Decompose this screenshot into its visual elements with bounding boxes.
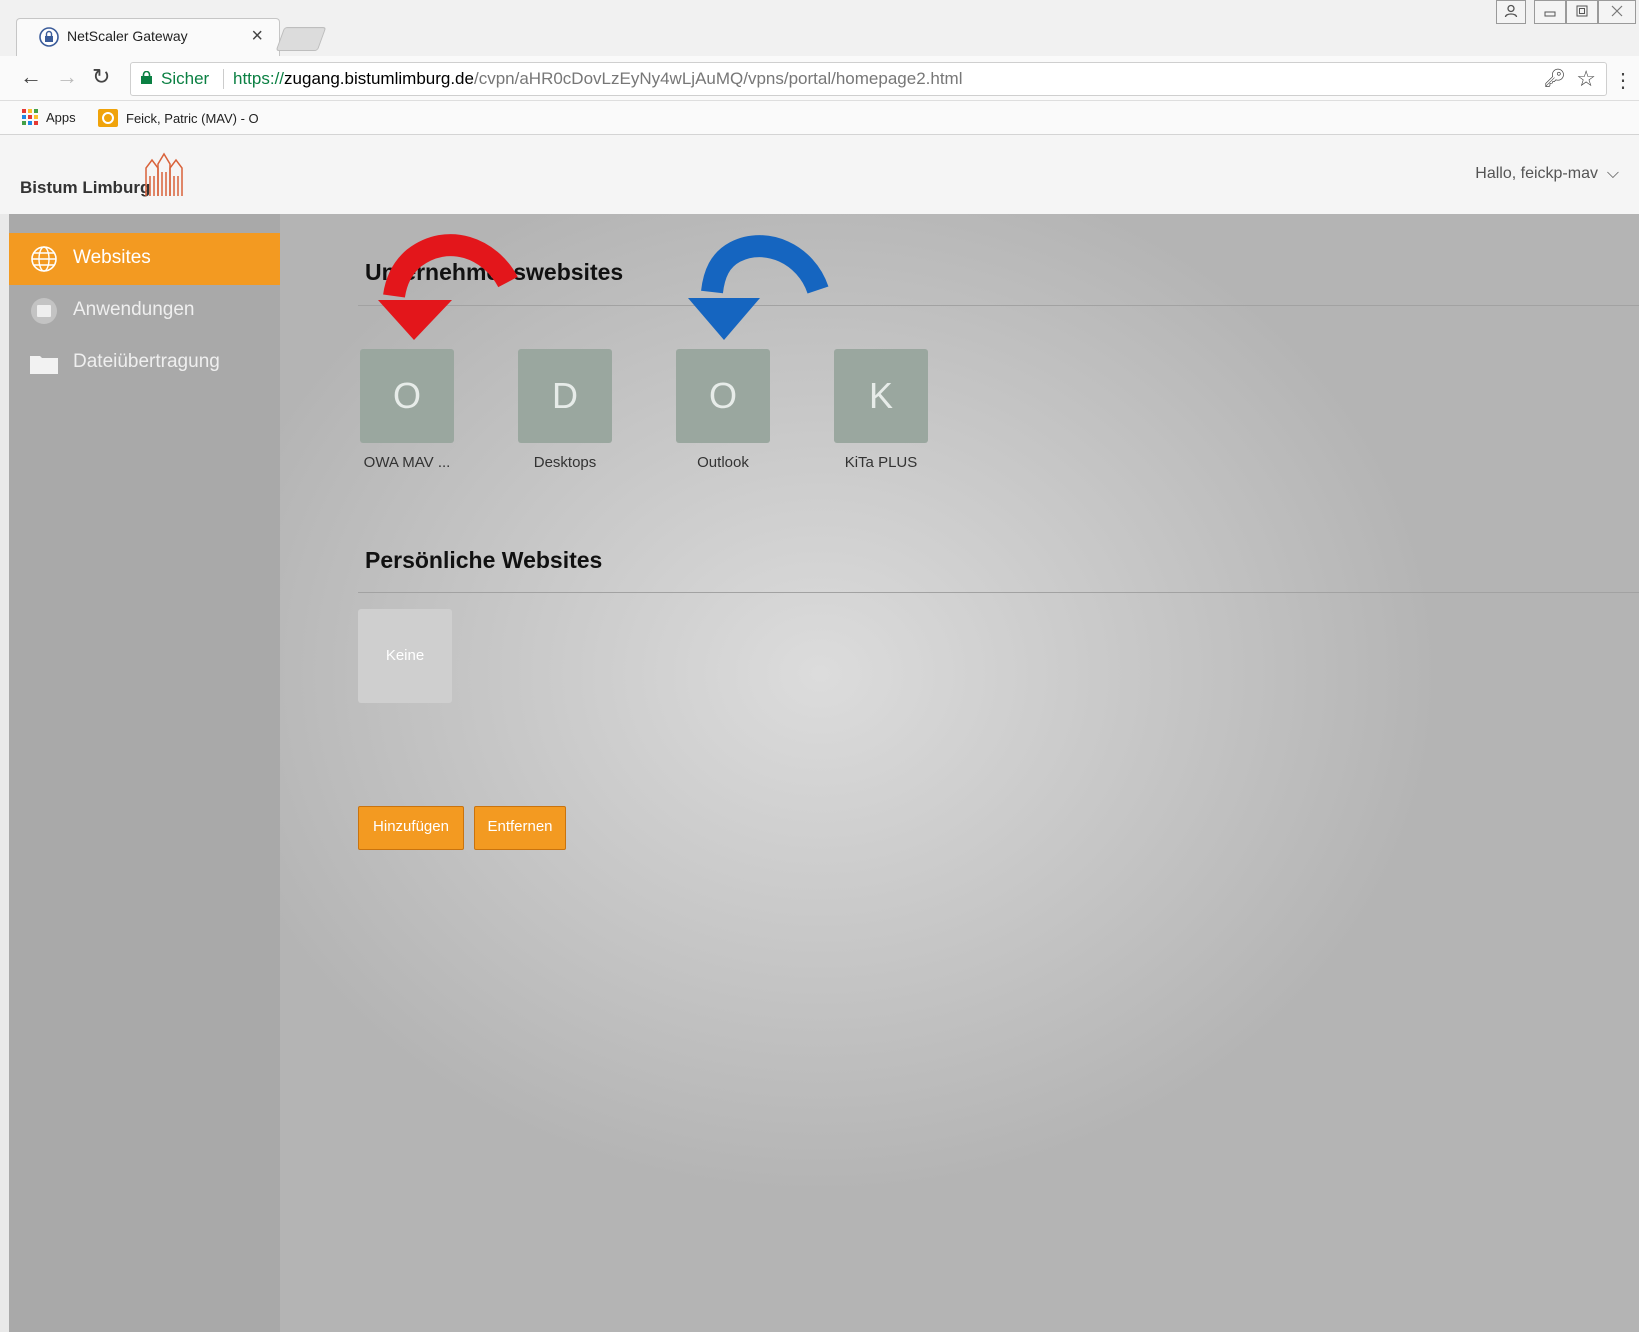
section-divider [358,305,1639,306]
url-path: /cvpn/aHR0cDovLzEyNy4wLjAuMQ/vpns/portal… [473,69,963,88]
profile-icon[interactable] [1496,0,1526,24]
applications-icon [31,298,57,324]
empty-placeholder-tile: Keine [358,609,452,703]
website-tile-owa[interactable]: O [360,349,454,443]
sidebar-item-dateiuebertragung[interactable]: Dateiübertragung [9,337,280,389]
url-bar[interactable]: Sicher https://zugang.bistumlimburg.de/c… [130,62,1607,96]
forward-arrow-icon[interactable]: → [56,64,78,90]
tile-label: KiTa PLUS [844,454,918,471]
browser-tab[interactable]: NetScaler Gateway × [16,18,280,57]
sidebar-item-label: Websites [73,247,151,268]
sidebar-item-anwendungen[interactable]: Anwendungen [9,285,280,337]
add-button[interactable]: Hinzufügen [358,806,464,850]
sidebar-item-websites[interactable]: Websites [9,233,280,285]
bookmark-star-icon[interactable]: ☆ [1576,66,1596,92]
remove-button[interactable]: Entfernen [474,806,566,850]
user-greeting: Hallo, feickp-mav [1475,165,1598,182]
tile-label: Outlook [697,454,749,471]
website-tile-desktops[interactable]: D [518,349,612,443]
browser-tab-strip: NetScaler Gateway × [0,0,1639,57]
portal-header: Bistum Limburg Hallo, feickp-mav ⌵ [0,135,1639,214]
bookmarks-bar: Apps Feick, Patric (MAV) - O [0,101,1639,135]
browser-menu-icon[interactable]: ⋮ [1613,68,1633,93]
new-tab-button[interactable] [275,27,327,51]
key-icon[interactable]: 🔑︎ [1543,68,1566,89]
main-content: Unternehmenswebsites O OWA MAV ... D Des… [280,214,1639,1332]
section-title-personal: Persönliche Websites [365,547,603,573]
bookmark-label: Feick, Patric (MAV) - O [126,110,259,126]
website-tile-kita-plus[interactable]: K [834,349,928,443]
apps-grid-icon [22,109,38,125]
tile-label: OWA MAV ... [363,454,451,471]
folder-icon [30,356,58,374]
left-edge [0,214,9,1332]
url-separator [223,69,224,89]
section-title-enterprise: Unternehmenswebsites [365,259,624,285]
sidebar-item-label: Dateiübertragung [73,351,220,372]
secure-lock-icon [141,71,152,84]
address-toolbar: ← → ↻ Sicher https://zugang.bistumlimbur… [0,56,1639,101]
sidebar-item-label: Anwendungen [73,299,195,320]
user-menu[interactable]: Hallo, feickp-mav ⌵ [1475,165,1619,183]
secure-label: Sicher [161,69,210,88]
website-tile-outlook[interactable]: O [676,349,770,443]
cathedral-logo-icon [145,152,183,196]
globe-icon [31,246,57,272]
minimize-icon[interactable] [1534,0,1566,24]
tab-close-icon[interactable]: × [251,25,263,48]
bookmark-apps[interactable]: Apps [22,109,76,125]
back-arrow-icon[interactable]: ← [20,64,42,90]
reload-icon[interactable]: ↻ [92,64,110,90]
chevron-down-icon: ⌵ [1606,165,1619,182]
lock-badge-icon [39,27,59,47]
url-host: zugang.bistumlimburg.de [284,69,474,88]
bookmark-label: Apps [46,109,76,125]
close-window-icon[interactable] [1598,0,1636,24]
bookmark-outlook[interactable]: Feick, Patric (MAV) - O [98,109,268,127]
maximize-icon[interactable] [1566,0,1598,24]
tile-label: Desktops [533,454,597,471]
outlook-icon [98,109,118,127]
tab-title: NetScaler Gateway [67,28,188,44]
sidebar: Websites Anwendungen Dateiübertragung [9,214,280,1332]
url-protocol: https:// [233,69,285,88]
url-text[interactable]: https://zugang.bistumlimburg.de/cvpn/aHR… [233,69,963,89]
section-divider [358,592,1639,593]
logo-text: Bistum Limburg [20,178,151,197]
